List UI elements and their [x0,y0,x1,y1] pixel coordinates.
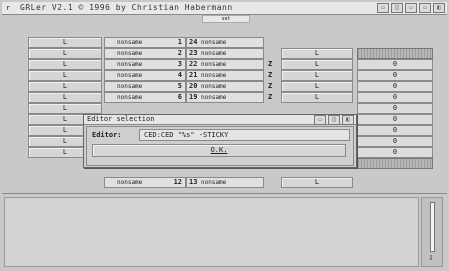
z-label-6: Z [268,93,273,101]
dialog-title: Editor selection [87,115,155,123]
lower-panel: ⇩ [2,194,447,269]
right-button-2[interactable]: L [281,48,353,59]
output-textarea[interactable] [4,197,419,267]
dialog-buttons: ▭ ◫ ◧ [312,115,354,125]
front-back-icon[interactable]: ◧ [433,3,445,13]
right-cell-6[interactable]: 0 [357,114,433,125]
right-button-3[interactable]: L [281,59,353,70]
title-bar[interactable]: r GRLer V2.1 © 1996 by Christian Haberma… [2,2,447,15]
value-label: nonsame [201,83,227,90]
value-number: 21 [189,71,198,79]
value-cell-2[interactable]: 23 nonsame [186,48,264,59]
dialog-body: Editor: CED:CED "%s" -STICKY O.K. [86,126,354,166]
name-number: 3 [177,60,182,68]
right-column-header [357,48,433,59]
value-cell-6[interactable]: 19 nonsame [186,92,264,103]
value-cell-4[interactable]: 21 nonsame [186,70,264,81]
editor-label: Editor: [92,131,122,139]
name-number: 2 [177,49,182,57]
size-icon[interactable]: ▭ [419,3,431,13]
z-label-4: Z [268,71,273,79]
name-label: nonsame [117,94,143,101]
right-cell-5[interactable]: 0 [357,103,433,114]
editor-field[interactable]: CED:CED "%s" -STICKY [139,129,350,141]
editor-selection-dialog: Editor selection ▭ ◫ ◧ Editor: CED:CED "%s… [83,114,357,168]
header-tab[interactable]: set [202,15,250,23]
value-number: 20 [189,82,198,90]
window-buttons: ▭ ◫ ▭ ▭ ◧ [375,3,445,13]
name-label: nonsame [117,72,143,79]
right-cell-1[interactable]: 0 [357,59,433,70]
scroll-knob[interactable] [430,202,435,252]
right-cell-7[interactable]: 0 [357,125,433,136]
name-number: 4 [177,71,182,79]
right-cell-4[interactable]: 0 [357,92,433,103]
right-cell-2[interactable]: 0 [357,70,433,81]
value-cell-5[interactable]: 20 nonsame [186,81,264,92]
name-label: nonsame [117,61,143,68]
left-button-6[interactable]: L [28,92,102,103]
close-gadget-icon[interactable]: r [6,4,10,12]
name-cell-4: nonsame 4 [104,70,186,81]
value-label: nonsame [201,61,227,68]
left-button-2[interactable]: L [28,48,102,59]
dialog-front-back-icon[interactable]: ◧ [342,115,354,125]
value-label: nonsame [201,72,227,79]
name-cell-1: nonsame 1 [104,37,186,48]
left-button-1[interactable]: L [28,37,102,48]
name-label: nonsame [117,50,143,57]
name-number: 6 [177,93,182,101]
zoom-icon[interactable]: ◫ [391,3,403,13]
dialog-zoom-icon[interactable]: ◫ [328,115,340,125]
name-cell-12: nonsame 12 [104,177,186,188]
z-label-3: Z [268,60,273,68]
right-button-12[interactable]: L [281,177,353,188]
right-cell-3[interactable]: 0 [357,81,433,92]
name-number: 5 [177,82,182,90]
name-label: nonsame [117,179,143,186]
value-number: 13 [189,178,198,186]
value-cell-1[interactable]: 24 nonsame [186,37,264,48]
dialog-depth-icon[interactable]: ▭ [314,115,326,125]
name-cell-2: nonsame 2 [104,48,186,59]
name-number: 12 [173,178,182,186]
name-number: 1 [177,38,182,46]
value-label: nonsame [201,179,227,186]
right-button-5[interactable]: L [281,81,353,92]
left-button-4[interactable]: L [28,70,102,81]
name-cell-3: nonsame 3 [104,59,186,70]
depth-icon[interactable]: ▭ [377,3,389,13]
value-label: nonsame [201,94,227,101]
left-button-3[interactable]: L [28,59,102,70]
vertical-scrollbar[interactable]: ⇩ [421,197,443,267]
name-cell-6: nonsame 6 [104,92,186,103]
left-button-7[interactable]: L [28,103,102,114]
name-cell-5: nonsame 5 [104,81,186,92]
value-number: 24 [189,38,198,46]
right-button-4[interactable]: L [281,70,353,81]
left-button-5[interactable]: L [28,81,102,92]
right-cell-8[interactable]: 0 [357,136,433,147]
down-arrow-icon[interactable]: ⇩ [425,252,437,264]
right-cell-9[interactable]: 0 [357,147,433,158]
value-number: 19 [189,93,198,101]
value-number: 23 [189,49,198,57]
name-label: nonsame [117,83,143,90]
dialog-title-bar[interactable]: Editor selection ▭ ◫ ◧ [84,115,356,125]
app-window: r GRLer V2.1 © 1996 by Christian Haberma… [0,0,449,271]
name-label: nonsame [117,39,143,46]
right-button-6[interactable]: L [281,92,353,103]
value-number: 22 [189,60,198,68]
value-label: nonsame [201,39,227,46]
z-label-5: Z [268,82,273,90]
window-title: GRLer V2.1 © 1996 by Christian Habermann [20,3,233,12]
value-cell-12[interactable]: 13 nonsame [186,177,264,188]
right-column-footer [357,158,433,169]
value-label: nonsame [201,50,227,57]
iconify-icon[interactable]: ▭ [405,3,417,13]
ok-button[interactable]: O.K. [92,144,346,157]
value-cell-3[interactable]: 22 nonsame [186,59,264,70]
